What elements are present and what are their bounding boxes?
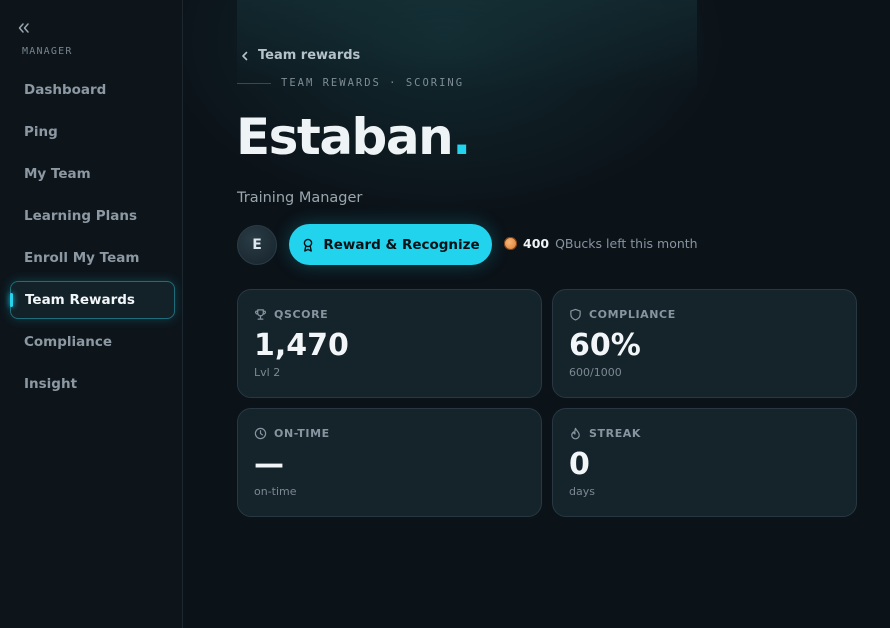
- award-icon: [304, 238, 313, 252]
- flame-icon: [571, 427, 580, 440]
- trophy-icon: [255, 309, 266, 320]
- back-link[interactable]: Team rewards: [240, 48, 360, 63]
- sidebar-heading: MANAGER: [22, 46, 73, 57]
- stat-label: COMPLIANCE: [569, 308, 676, 321]
- clock-icon: [254, 427, 267, 440]
- sidebar-item-team-rewards[interactable]: Team Rewards: [10, 281, 175, 319]
- stat-subtext: days: [569, 485, 595, 498]
- stat-card-compliance: COMPLIANCE 60% 600/1000: [552, 289, 857, 398]
- person-role: Training Manager: [237, 190, 363, 206]
- page-title: Estaban.: [236, 108, 471, 166]
- stat-value: —: [254, 447, 284, 482]
- sidebar-item-enroll-my-team[interactable]: Enroll My Team: [10, 239, 175, 277]
- reward-recognize-label: Reward & Recognize: [323, 236, 480, 253]
- sidebar-item-dashboard[interactable]: Dashboard: [10, 71, 175, 109]
- shield-icon: [570, 308, 581, 321]
- sidebar-nav: Dashboard Ping My Team Learning Plans En…: [10, 71, 175, 407]
- stat-card-qscore: QSCORE 1,470 Lvl 2: [237, 289, 542, 398]
- stat-value: 60%: [569, 328, 641, 363]
- stat-value: 0: [569, 447, 590, 482]
- chevron-left-icon: [242, 51, 248, 60]
- collapse-sidebar-icon[interactable]: [17, 20, 31, 34]
- stat-subtext: on-time: [254, 485, 297, 498]
- sidebar-item-compliance[interactable]: Compliance: [10, 323, 175, 361]
- stat-label: STREAK: [569, 427, 641, 440]
- stat-label-text: QSCORE: [274, 308, 329, 321]
- sidebar-item-my-team[interactable]: My Team: [10, 155, 175, 193]
- qbucks-text: QBucks left this month: [555, 236, 698, 251]
- back-link-label: Team rewards: [258, 48, 361, 63]
- stat-subtext: Lvl 2: [254, 366, 281, 379]
- eyebrow: TEAM REWARDS · SCORING: [237, 77, 464, 89]
- main-content: Team rewards TEAM REWARDS · SCORING Esta…: [183, 0, 890, 628]
- stat-card-on-time: ON-TIME — on-time: [237, 408, 542, 517]
- eyebrow-text: TEAM REWARDS · SCORING: [281, 77, 465, 89]
- coin-icon: [504, 237, 517, 250]
- stat-label: QSCORE: [254, 308, 328, 321]
- avatar: E: [237, 225, 277, 265]
- sidebar-item-learning-plans[interactable]: Learning Plans: [10, 197, 175, 235]
- stat-label-text: COMPLIANCE: [589, 308, 676, 321]
- qbucks-amount: 400: [523, 236, 550, 251]
- title-accent-dot: .: [452, 108, 471, 166]
- stat-card-streak: STREAK 0 days: [552, 408, 857, 517]
- sidebar-item-ping[interactable]: Ping: [10, 113, 175, 151]
- person-name: Estaban: [236, 108, 454, 166]
- stat-label-text: ON-TIME: [274, 427, 330, 440]
- app-root: MANAGER Dashboard Ping My Team Learning …: [0, 0, 890, 628]
- reward-recognize-button[interactable]: Reward & Recognize: [289, 224, 492, 265]
- stat-subtext: 600/1000: [569, 366, 622, 379]
- stat-label-text: STREAK: [589, 427, 642, 440]
- sidebar-item-insight[interactable]: Insight: [10, 365, 175, 403]
- sidebar: MANAGER Dashboard Ping My Team Learning …: [0, 0, 183, 628]
- eyebrow-rule: [237, 82, 271, 84]
- stat-label: ON-TIME: [254, 427, 330, 440]
- stat-value: 1,470: [254, 328, 349, 363]
- qbucks-balance: 400 QBucks left this month: [504, 236, 698, 251]
